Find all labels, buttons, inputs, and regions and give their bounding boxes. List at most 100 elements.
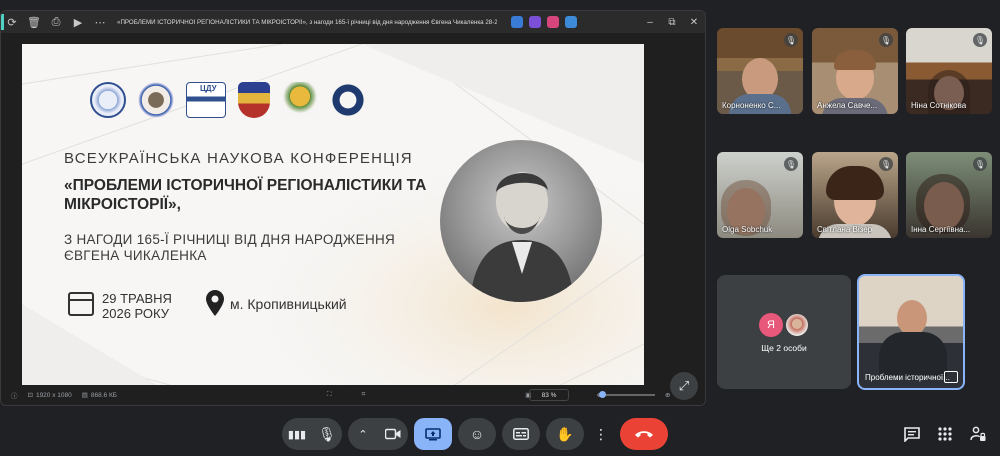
grid-glyph (938, 427, 952, 441)
chat-icon[interactable] (902, 424, 922, 444)
coat-of-arms-icon (238, 82, 270, 118)
participant-hair (834, 50, 876, 70)
image-dimensions: 1920 x 1080 (35, 391, 72, 399)
lock-person-glyph (970, 426, 986, 441)
mic-off-icon: 🎙 (973, 157, 987, 171)
activities-icon[interactable] (935, 424, 955, 444)
zoom-in-icon[interactable]: ⊕ (665, 391, 670, 399)
shared-screen: ⟳ 🗑 ⎙ ▶ ⋯ «ПРОБЛЕМИ ІСТОРИЧНОЇ РЕГІОНАЛІ… (0, 10, 706, 406)
avatar: Я (759, 313, 783, 337)
participant-name: Корноненко С... (722, 101, 781, 110)
mic-control: ▮▮▮ 🎙 (282, 418, 342, 450)
present-screen-icon (425, 427, 441, 440)
more-icon[interactable]: ⋯ (89, 11, 111, 33)
conference-slide: ЦДУ ВСЕУКРАЇНСЬКА НАУКОВА КОНФЕРЕНЦІЯ «П… (22, 44, 644, 394)
leave-call-button[interactable] (620, 418, 668, 450)
university-seal-icon (90, 82, 126, 118)
viewer-statusbar: ⓘ ⊡ 1920 x 1080 ▤ 868.6 КБ ⛶ ⌗ ▣ 83 % ⊖ … (1, 385, 705, 405)
slide-heading: ВСЕУКРАЇНСЬКА НАУКОВА КОНФЕРЕНЦІЯ (64, 150, 413, 167)
presenting-icon (944, 371, 958, 383)
participant-tile[interactable]: 🎙 Ніна Сотнікова (906, 28, 992, 114)
participant-name: Olga Sobchuk (722, 225, 773, 234)
viewer-title: «ПРОБЛЕМИ ІСТОРИЧНОЇ РЕГІОНАЛІСТИКИ ТА М… (117, 18, 497, 26)
minimize-icon[interactable]: – (639, 17, 661, 28)
app-shortcuts (511, 16, 577, 28)
event-date-year: 2026 РОКУ (102, 306, 170, 321)
mic-off-icon: 🎙 (973, 33, 987, 47)
avatar-photo (785, 313, 809, 337)
captions-icon (513, 428, 529, 440)
event-city: м. Кропивницький (230, 296, 347, 312)
museum-logo-icon (282, 82, 318, 118)
presenter-video (897, 300, 927, 336)
zoom-slider-handle[interactable] (599, 391, 606, 398)
crop-icon[interactable]: ⌗ (362, 391, 366, 399)
hang-up-icon (635, 431, 653, 438)
participant-name: Світлана Візер (817, 225, 873, 234)
participant-tile[interactable]: 🎙 Світлана Візер (812, 152, 898, 238)
hand-icon: ✋ (556, 425, 574, 442)
reactions-button[interactable]: ☺ (458, 418, 496, 450)
app-designer-icon[interactable] (529, 16, 541, 28)
window-controls: – ⧉ ✕ (639, 17, 705, 28)
expand-icon[interactable]: ⤢ (670, 372, 698, 400)
institute-logo-icon (330, 82, 366, 118)
mic-button[interactable]: 🎙 (312, 426, 342, 443)
image-filesize: 868.6 КБ (90, 391, 118, 399)
portrait-emblem-icon (138, 82, 174, 118)
participant-tile[interactable]: 🎙 Анжела Савче... (812, 28, 898, 114)
participant-name: Інна Сергіївна... (911, 225, 971, 234)
mic-off-icon: 🎙 (879, 157, 893, 171)
emoji-icon: ☺ (469, 426, 485, 442)
app-onedrive-icon[interactable] (565, 16, 577, 28)
slideshow-icon[interactable]: ▶ (67, 11, 89, 33)
zoom-select[interactable]: 83 % (529, 389, 569, 401)
presenter-body (879, 332, 947, 376)
participant-name: Ніна Сотнікова (911, 101, 967, 110)
portrait-figure (470, 172, 574, 302)
more-participants-tile[interactable]: Я Ще 2 особи (717, 275, 851, 389)
more-vert-icon: ⋮ (594, 425, 608, 442)
app-clipchamp-icon[interactable] (547, 16, 559, 28)
chevron-up-icon[interactable]: ⌃ (348, 428, 378, 441)
restore-icon[interactable]: ⧉ (661, 17, 683, 28)
participant-tile[interactable]: 🎙 Olga Sobchuk (717, 152, 803, 238)
mic-off-icon: 🎙 (784, 33, 798, 47)
event-date: 29 ТРАВНЯ 2026 РОКУ (102, 291, 172, 321)
participant-tile[interactable]: 🎙 Інна Сергіївна... (906, 152, 992, 238)
event-date-day: 29 ТРАВНЯ (102, 291, 172, 306)
viewer-toolbar: ⟳ 🗑 ⎙ ▶ ⋯ «ПРОБЛЕМИ ІСТОРИЧНОЇ РЕГІОНАЛІ… (1, 11, 705, 33)
participant-tile[interactable]: 🎙 Корноненко С... (717, 28, 803, 114)
chykalenko-portrait (440, 140, 602, 302)
audio-options-icon[interactable]: ▮▮▮ (282, 428, 312, 441)
info-icon[interactable]: ⓘ (11, 390, 18, 400)
active-marker (1, 14, 4, 30)
print-icon[interactable]: ⎙ (45, 11, 67, 33)
location-pin-icon (206, 290, 224, 316)
rotate-icon[interactable]: ⟳ (1, 11, 23, 33)
camera-icon (385, 428, 401, 440)
partner-logos (90, 82, 366, 118)
captions-button[interactable] (502, 418, 540, 450)
filesize-icon: ▤ (81, 392, 88, 399)
meeting-screen: ⟳ 🗑 ⎙ ▶ ⋯ «ПРОБЛЕМИ ІСТОРИЧНОЇ РЕГІОНАЛІ… (0, 0, 1000, 456)
presenter-tile[interactable]: Проблеми історичної... (857, 274, 965, 390)
participant-name: Анжела Савче... (817, 101, 878, 110)
more-options-button[interactable]: ⋮ (590, 418, 612, 450)
app-photos-icon[interactable] (511, 16, 523, 28)
more-participants-label: Ще 2 особи (761, 343, 807, 353)
presenter-name: Проблеми історичної... (865, 373, 950, 382)
close-icon[interactable]: ✕ (683, 17, 705, 28)
raise-hand-button[interactable]: ✋ (546, 418, 584, 450)
calendar-icon (68, 292, 94, 316)
fit-icon[interactable]: ⛶ (327, 391, 332, 399)
mic-off-icon: 🎙 (879, 33, 893, 47)
trash-icon[interactable]: 🗑 (23, 11, 45, 33)
chat-glyph (904, 426, 920, 442)
camera-control: ⌃ (348, 418, 408, 450)
cdu-logo-label: ЦДУ (200, 84, 217, 93)
camera-button[interactable] (378, 428, 408, 440)
participant-hair (826, 166, 884, 200)
present-screen-button[interactable] (414, 418, 452, 450)
host-controls-icon[interactable] (968, 424, 988, 444)
